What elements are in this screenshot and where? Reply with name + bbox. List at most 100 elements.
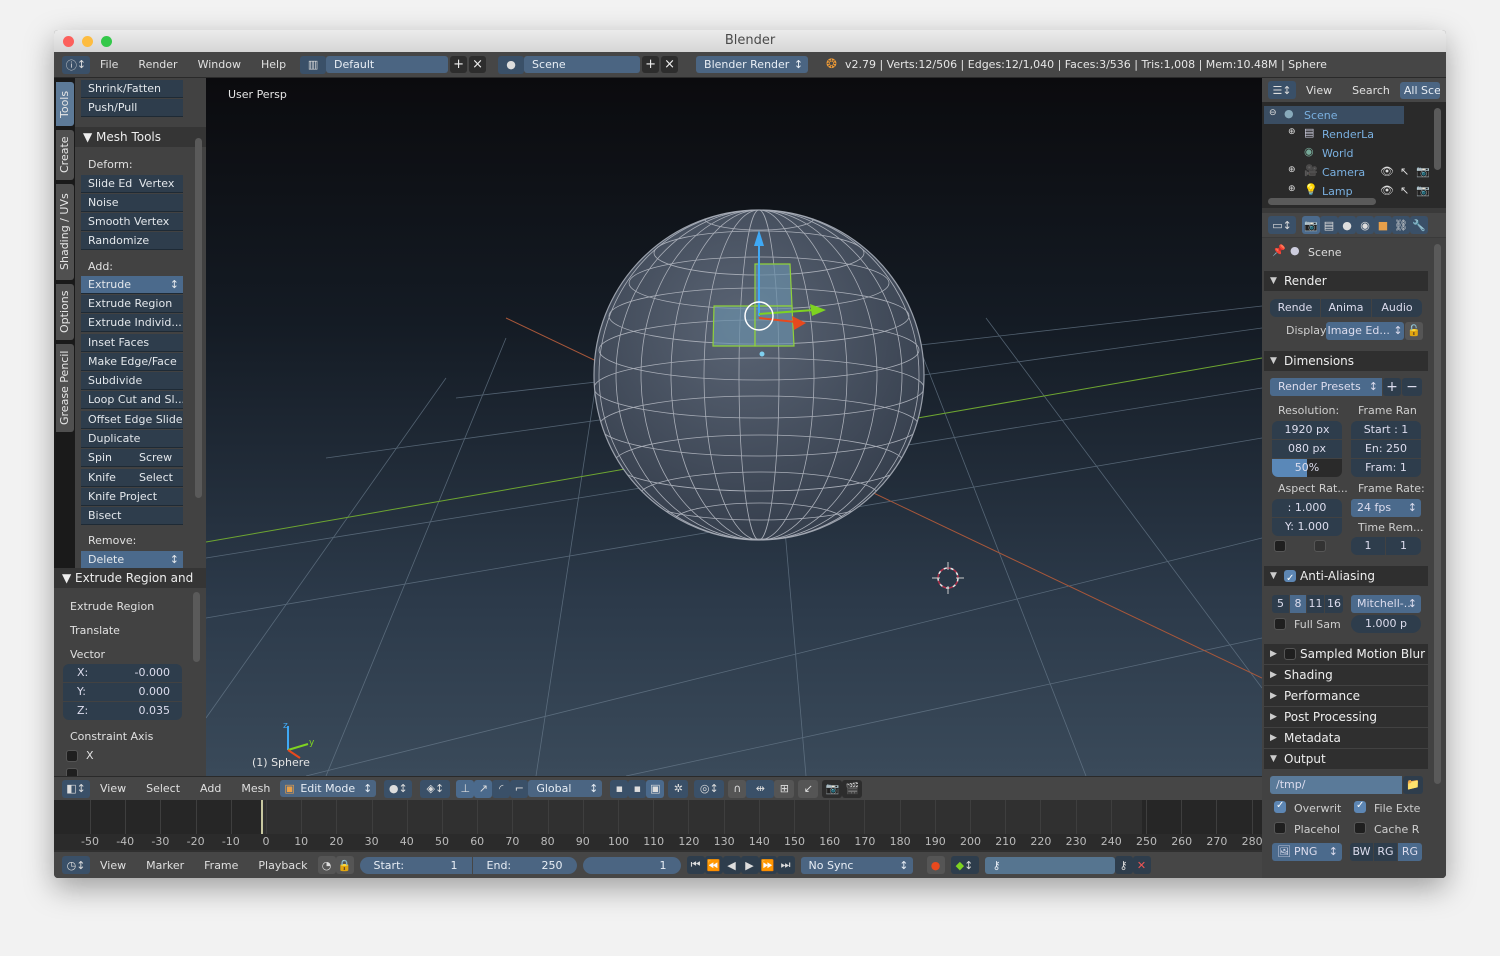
scale-manipulator[interactable]: ⌐ (510, 779, 529, 798)
keying-set-field[interactable]: ⚷ (984, 856, 1115, 874)
translate-manipulator[interactable]: ↗ (474, 779, 493, 798)
tab-modifiers[interactable]: 🔧 (1410, 216, 1428, 234)
time-remap-new-field[interactable]: 1 (1386, 537, 1421, 555)
tab-grease-pencil[interactable]: Grease Pencil (56, 344, 74, 432)
add-layout-button[interactable]: + (450, 56, 468, 73)
aa-samples-5[interactable]: 5 (1272, 595, 1289, 613)
spin-button[interactable]: Spin (81, 449, 132, 467)
viewport-shading-select[interactable]: ● ↕ (384, 779, 413, 798)
delete-layout-button[interactable]: × (469, 56, 487, 73)
slide-vertex-button[interactable]: Vertex (132, 175, 183, 193)
anti-aliasing-panel-header[interactable]: ▼Anti-Aliasing (1264, 566, 1428, 589)
noise-button[interactable]: Noise (81, 194, 183, 212)
scene-browse-button[interactable]: ● (498, 55, 525, 74)
timeline-menu-view[interactable]: View (90, 859, 136, 872)
menu-window[interactable]: Window (188, 58, 251, 71)
sync-mode-select[interactable]: No Sync ↕ (800, 856, 913, 874)
add-scene-button[interactable]: + (642, 56, 660, 73)
tab-render[interactable]: 📷 (1302, 216, 1320, 234)
tab-tools[interactable]: Tools (56, 82, 74, 126)
outliner-item-renderlayers[interactable]: ⊕ ▤ RenderLa (1264, 125, 1404, 143)
screw-button[interactable]: Screw (132, 449, 183, 467)
remove-preset-button[interactable]: − (1402, 378, 1422, 396)
timeline-menu-frame[interactable]: Frame (194, 859, 248, 872)
menu-add[interactable]: Add (190, 782, 231, 795)
vector-x-field[interactable]: X: -0.000 (63, 664, 182, 682)
aa-samples-11[interactable]: 11 (1307, 595, 1324, 613)
display-select[interactable]: Image Ed... ↕ (1326, 322, 1404, 340)
delete-scene-button[interactable]: × (661, 56, 679, 73)
render-animation-button[interactable]: Anima (1321, 299, 1371, 317)
mode-select[interactable]: ▣ Edit Mode ↕ (280, 780, 377, 797)
frame-rate-select[interactable]: 24 fps ↕ (1351, 499, 1421, 517)
jump-keyframe-forward-button[interactable]: ⏩ (758, 856, 777, 874)
rotate-manipulator[interactable]: ◜ (492, 779, 511, 798)
full-sample-checkbox[interactable] (1274, 618, 1286, 630)
auto-keying-toggle[interactable]: ● (926, 856, 945, 874)
minimize-window-button[interactable] (82, 36, 93, 47)
jump-to-start-button[interactable]: ⏮ (686, 856, 705, 874)
editor-type-3d-button[interactable]: ◧ ↕ (62, 779, 90, 798)
vector-y-field[interactable]: Y: 0.000 (63, 683, 182, 701)
tab-world[interactable]: ◉ (1356, 216, 1374, 234)
aa-filter-select[interactable]: Mitchell-... ↕ (1351, 595, 1421, 613)
snap-target-button[interactable]: ⊞ (774, 779, 795, 798)
output-panel-header[interactable]: ▼ Output (1264, 749, 1428, 769)
color-mode-rgb[interactable]: RG (1374, 843, 1397, 861)
edge-select-mode[interactable]: ▪ (628, 779, 647, 798)
visibility-eye-icon[interactable]: 👁 (1380, 184, 1394, 197)
motion-blur-checkbox[interactable] (1284, 648, 1296, 660)
extrude-individual-button[interactable]: Extrude Individ... (81, 314, 183, 332)
editor-type-properties-button[interactable]: ▭ ↕ (1268, 216, 1296, 234)
timeline-menu-playback[interactable]: Playback (248, 859, 317, 872)
outliner-display-select[interactable]: All Sce (1399, 81, 1440, 99)
tools-scrollbar[interactable] (195, 138, 202, 498)
shrink-fatten-button[interactable]: Shrink/Fatten (81, 80, 183, 98)
render-image-button[interactable]: Rende (1270, 299, 1320, 317)
lock-interface-button[interactable]: 🔓 (1405, 322, 1423, 340)
outliner-item-camera[interactable]: ⊕ 🎥 Camera 👁 ↖ 📷 (1264, 163, 1444, 181)
3d-cursor[interactable] (932, 562, 964, 594)
delete-keyframe-button[interactable]: ✕ (1132, 856, 1151, 874)
aspect-y-field[interactable]: Y: 1.000 (1272, 518, 1342, 536)
filter-size-field[interactable]: 1.000 p (1351, 615, 1421, 633)
3d-viewport[interactable]: User Persp z y (1) Sphere (206, 78, 1262, 776)
operator-scrollbar[interactable] (193, 592, 200, 662)
crop-checkbox[interactable] (1314, 540, 1326, 552)
file-format-select[interactable]: 🖼 PNG ↕ (1272, 843, 1342, 861)
frame-start-field[interactable]: Start : 1 (1351, 421, 1421, 439)
slide-edge-button[interactable]: Slide Ed (81, 175, 132, 193)
outliner-hscrollbar[interactable] (1268, 198, 1376, 205)
vector-z-field[interactable]: Z: 0.035 (63, 702, 182, 720)
resolution-x-field[interactable]: 1920 px (1272, 421, 1342, 439)
renderable-camera-icon[interactable]: 📷 (1416, 184, 1430, 197)
current-frame-indicator[interactable] (261, 800, 263, 834)
placeholders-checkbox[interactable] (1274, 822, 1286, 834)
pivot-point-select[interactable]: ◈ ↕ (420, 779, 451, 798)
render-panel-header[interactable]: ▼ Render (1264, 271, 1428, 291)
inset-faces-button[interactable]: Inset Faces (81, 334, 183, 352)
renderable-camera-icon[interactable]: 📷 (1416, 165, 1430, 178)
bisect-button[interactable]: Bisect (81, 507, 183, 525)
jump-to-end-button[interactable]: ⏭ (776, 856, 795, 874)
timeline[interactable]: -50 -40 -30 -20 -10 0 10 20 30 40 50 60 70 80 90 100 110… (54, 800, 1263, 852)
close-window-button[interactable] (63, 36, 74, 47)
outliner-vscrollbar[interactable] (1434, 108, 1441, 170)
render-opengl-button[interactable]: ↙ (798, 779, 819, 798)
motion-blur-panel-header[interactable]: ▶ Sampled Motion Blur (1264, 644, 1428, 664)
knife-button[interactable]: Knife (81, 469, 132, 487)
color-mode-bw[interactable]: BW (1350, 843, 1373, 861)
transform-orientation-select[interactable]: Global ↕ (528, 780, 603, 797)
selectable-cursor-icon[interactable]: ↖ (1400, 184, 1409, 197)
push-pull-button[interactable]: Push/Pull (81, 99, 183, 117)
menu-render[interactable]: Render (128, 58, 187, 71)
play-button[interactable]: ▶ (740, 856, 759, 874)
screen-layout-button[interactable]: ▥ (300, 55, 327, 74)
extrude-region-button[interactable]: Extrude Region (81, 295, 183, 313)
menu-file[interactable]: File (90, 58, 128, 71)
menu-help[interactable]: Help (251, 58, 296, 71)
knife-select-button[interactable]: Select (132, 469, 183, 487)
post-processing-panel-header[interactable]: ▶ Post Processing (1264, 707, 1428, 727)
knife-project-button[interactable]: Knife Project (81, 488, 183, 506)
menu-select[interactable]: Select (136, 782, 190, 795)
